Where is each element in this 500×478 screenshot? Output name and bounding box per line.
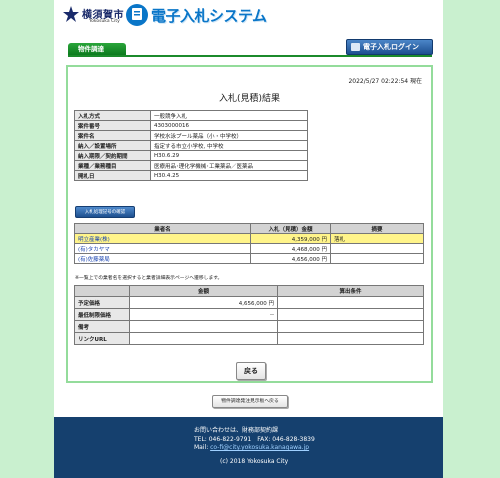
price-amount: -- — [129, 308, 278, 321]
page: 横須賀市 Yokosuka City 電子入札システム 物件調達 電子入札ログイ… — [54, 0, 443, 478]
info-value: H30.4.25 — [150, 170, 308, 181]
info-label: 開札日 — [74, 170, 151, 181]
price-condition — [277, 308, 424, 321]
info-value: 4303000016 — [150, 120, 308, 131]
vendor-link[interactable]: (有)佐藤薬局 — [78, 257, 110, 263]
price-amount — [129, 320, 278, 333]
system-title: 電子入札システム — [151, 7, 267, 25]
footer-mail-row: Mail: co-fi@city.yokosuka.kanagawa.jp — [194, 444, 443, 453]
info-row: 業種／業務種目 医療用品･理化学機械･工業薬品／医薬品 — [74, 160, 308, 171]
info-label: 案件番号 — [74, 120, 151, 131]
footer-copyright: (c) 2018 Yokosuka City — [220, 457, 289, 465]
price-amount — [129, 332, 278, 345]
bid-table: 業者名 入札（見積）金額 摘要 明立産業(株) 4,359,000 円落札 (有)タ… — [74, 223, 424, 264]
header: 横須賀市 Yokosuka City 電子入札システム — [54, 0, 443, 34]
list-note: ※一覧上での業者名を選択すると業者詳細表示ページへ遷移します。 — [75, 276, 223, 281]
bid-remark — [330, 243, 424, 254]
price-row: 最低制限価格 -- — [74, 308, 424, 321]
confirm-symbol-button[interactable]: 入札処理記号の確認 — [75, 206, 135, 218]
price-table: 金額 算出条件 予定価格 4,656,000 円最低制限価格 -- 備考 リンクURL — [74, 285, 424, 345]
price-condition — [277, 320, 424, 333]
login-button[interactable]: 電子入札ログイン — [346, 39, 433, 55]
back-button[interactable]: 戻る — [236, 362, 266, 380]
info-table: 入札方式 一般競争入札 案件番号 4303000016 案件名 学校水泳プール薬品（小・中… — [74, 110, 308, 181]
back-to-list-button[interactable]: 物件調達発注見示板へ戻る — [212, 395, 288, 408]
bid-vendor-cell: 明立産業(株) — [74, 233, 251, 244]
price-row: 予定価格 4,656,000 円 — [74, 296, 424, 309]
info-row: 案件名 学校水泳プール薬品（小・中学校） — [74, 130, 308, 141]
info-row: 入札方式 一般競争入札 — [74, 110, 308, 121]
vendor-link[interactable]: (有)タカヤマ — [78, 247, 110, 253]
footer: お問い合わせは、財務部契約課 TEL: 046-822-9791 FAX: 04… — [54, 417, 443, 478]
bid-row: (有)佐藤薬局 4,656,000 円 — [74, 253, 424, 264]
computer-icon — [351, 43, 360, 51]
footer-phone: TEL: 046-822-9791 FAX: 046-828-3839 — [194, 435, 315, 443]
bid-amount: 4,359,000 円 — [250, 233, 331, 244]
city-sub: Yokosuka City — [89, 19, 120, 24]
price-label: 最低制限価格 — [74, 308, 130, 321]
city-emblem-icon — [63, 6, 79, 22]
price-condition — [277, 296, 424, 309]
info-value: 一般競争入札 — [150, 110, 308, 121]
col-price: 金額 — [129, 285, 278, 297]
info-value: 学校水泳プール薬品（小・中学校） — [150, 130, 308, 141]
info-row: 納入期限／契約期間 H30.6.29 — [74, 150, 308, 161]
info-value: 指定する市立小学校, 中学校 — [150, 140, 308, 151]
vendor-link[interactable]: 明立産業(株) — [78, 237, 110, 243]
footer-mail-link[interactable]: co-fi@city.yokosuka.kanagawa.jp — [210, 444, 309, 451]
bid-remark — [330, 253, 424, 264]
price-condition — [277, 332, 424, 345]
info-row: 案件番号 4303000016 — [74, 120, 308, 131]
bid-row: 明立産業(株) 4,359,000 円落札 — [74, 233, 424, 244]
bid-remark: 落札 — [330, 233, 424, 244]
price-label: 備考 — [74, 320, 130, 333]
system-logo-icon — [126, 4, 148, 26]
col-amount: 入札（見積）金額 — [250, 223, 331, 234]
info-value: H30.6.29 — [150, 150, 308, 161]
price-label: 予定価格 — [74, 296, 130, 309]
col-blank — [74, 285, 130, 297]
col-vendor: 業者名 — [74, 223, 251, 234]
result-panel: 2022/5/27 02:22:54 現在 入札(見積)結果 入札方式 一般競争入… — [66, 65, 433, 383]
bid-vendor-cell: (有)佐藤薬局 — [74, 253, 251, 264]
tab-procurement[interactable]: 物件調達 — [68, 43, 126, 55]
timestamp: 2022/5/27 02:22:54 現在 — [348, 78, 422, 85]
bid-amount: 4,656,000 円 — [250, 253, 331, 264]
price-row: 備考 — [74, 320, 424, 333]
info-value: 医療用品･理化学機械･工業薬品／医薬品 — [150, 160, 308, 171]
price-label: リンクURL — [74, 332, 130, 345]
page-title: 入札(見積)結果 — [218, 94, 281, 104]
footer-contact: お問い合わせは、財務部契約課 — [194, 427, 279, 434]
info-row: 納入／設置場所 指定する市立小学校, 中学校 — [74, 140, 308, 151]
login-button-label: 電子入札ログイン — [363, 43, 419, 51]
bid-row: (有)タカヤマ 4,468,000 円 — [74, 243, 424, 254]
col-condition: 算出条件 — [277, 285, 424, 297]
price-amount: 4,656,000 円 — [129, 296, 278, 309]
info-label: 業種／業務種目 — [74, 160, 151, 171]
info-row: 開札日 H30.4.25 — [74, 170, 308, 181]
info-label: 案件名 — [74, 130, 151, 141]
info-label: 入札方式 — [74, 110, 151, 121]
info-label: 納入期限／契約期間 — [74, 150, 151, 161]
price-row: リンクURL — [74, 332, 424, 345]
bid-vendor-cell: (有)タカヤマ — [74, 243, 251, 254]
tab-underline — [68, 55, 432, 57]
footer-mail-label: Mail: — [194, 444, 211, 451]
col-remarks: 摘要 — [330, 223, 424, 234]
info-label: 納入／設置場所 — [74, 140, 151, 151]
bid-amount: 4,468,000 円 — [250, 243, 331, 254]
